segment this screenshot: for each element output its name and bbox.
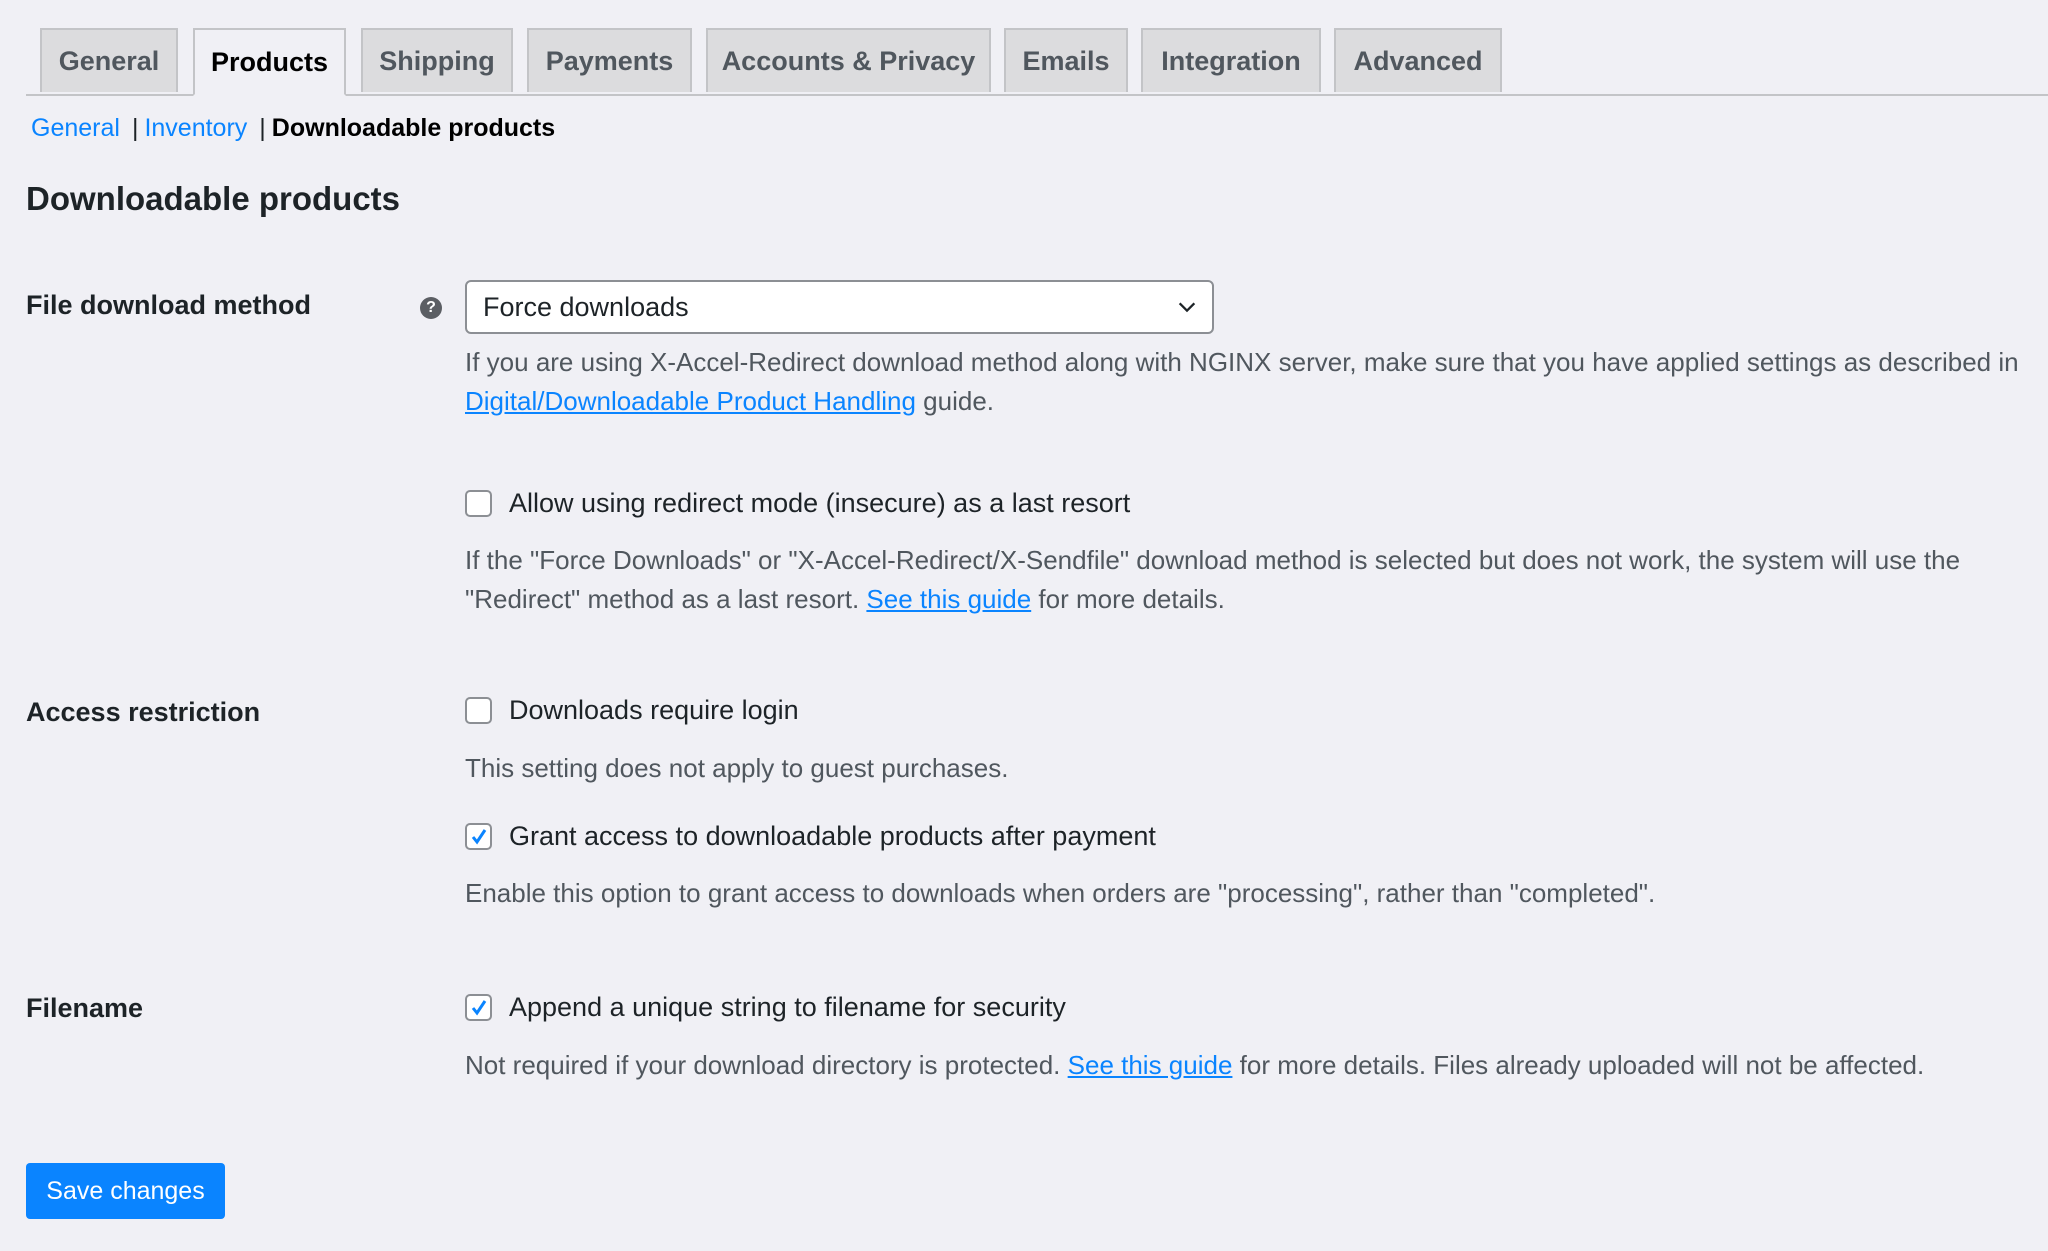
desc-text: Not required if your download directory … xyxy=(465,1050,1068,1080)
see-this-guide-link[interactable]: See this guide xyxy=(1068,1050,1233,1080)
checkmark-icon xyxy=(471,999,486,1016)
tab-accounts-privacy[interactable]: Accounts & Privacy xyxy=(706,28,991,92)
subnav-current: Downloadable products xyxy=(271,114,556,142)
tab-advanced[interactable]: Advanced xyxy=(1334,28,1502,92)
section-title: Downloadable products xyxy=(26,180,401,217)
separator: | xyxy=(131,114,139,142)
product-handling-guide-link[interactable]: Digital/Downloadable Product Handling xyxy=(465,386,916,416)
append-unique-string-checkbox[interactable]: Append a unique string to filename for s… xyxy=(465,992,1066,1023)
tab-shipping[interactable]: Shipping xyxy=(361,28,513,92)
see-this-guide-link[interactable]: See this guide xyxy=(866,584,1031,614)
redirect-description: If the "Force Downloads" or "X-Accel-Red… xyxy=(465,541,2025,619)
grant-access-checkbox[interactable]: Grant access to downloadable products af… xyxy=(465,821,1156,852)
desc-text: If you are using X-Accel-Redirect downlo… xyxy=(465,347,2019,377)
filename-description: Not required if your download directory … xyxy=(465,1046,2045,1085)
checkbox-box[interactable] xyxy=(465,490,492,517)
desc-text: for more details. Files already uploaded… xyxy=(1232,1050,1925,1080)
settings-tabs: General Products Shipping Payments Accou… xyxy=(26,28,2048,96)
grant-description: Enable this option to grant access to do… xyxy=(465,878,1656,908)
checkbox-label: Append a unique string to filename for s… xyxy=(509,992,1066,1022)
file-download-description: If you are using X-Accel-Redirect downlo… xyxy=(465,343,2025,421)
save-changes-button[interactable]: Save changes xyxy=(26,1163,225,1219)
checkbox-box[interactable] xyxy=(465,994,492,1021)
subnav-inventory-link[interactable]: Inventory xyxy=(144,114,247,142)
checkbox-label: Downloads require login xyxy=(509,695,799,725)
checkmark-icon xyxy=(471,828,486,845)
tab-products[interactable]: Products xyxy=(193,28,346,96)
desc-text: for more details. xyxy=(1031,584,1225,614)
checkbox-box[interactable] xyxy=(465,697,492,724)
sub-navigation: General | Inventory | Downloadable products xyxy=(31,114,555,143)
checkbox-box[interactable] xyxy=(465,823,492,850)
checkbox-label: Allow using redirect mode (insecure) as … xyxy=(509,488,1131,518)
file-download-method-select[interactable]: Force downloads xyxy=(465,280,1214,334)
chevron-down-icon xyxy=(1178,302,1196,313)
checkbox-label: Grant access to downloadable products af… xyxy=(509,821,1156,851)
desc-text: guide. xyxy=(915,386,995,416)
select-value: Force downloads xyxy=(483,291,689,322)
question-circle-icon[interactable]: ? xyxy=(420,297,442,319)
require-login-checkbox[interactable]: Downloads require login xyxy=(465,695,799,726)
filename-label: Filename xyxy=(26,993,144,1023)
tab-payments[interactable]: Payments xyxy=(527,28,692,92)
tab-integration[interactable]: Integration xyxy=(1141,28,1321,92)
tab-emails[interactable]: Emails xyxy=(1004,28,1128,92)
subnav-general-link[interactable]: General xyxy=(31,114,120,142)
tab-general[interactable]: General xyxy=(40,28,178,92)
file-download-method-label: File download method xyxy=(26,290,311,320)
access-restriction-label: Access restriction xyxy=(26,697,261,727)
redirect-fallback-checkbox[interactable]: Allow using redirect mode (insecure) as … xyxy=(465,488,1130,519)
separator: | xyxy=(259,114,266,142)
login-description: This setting does not apply to guest pur… xyxy=(465,753,1009,783)
